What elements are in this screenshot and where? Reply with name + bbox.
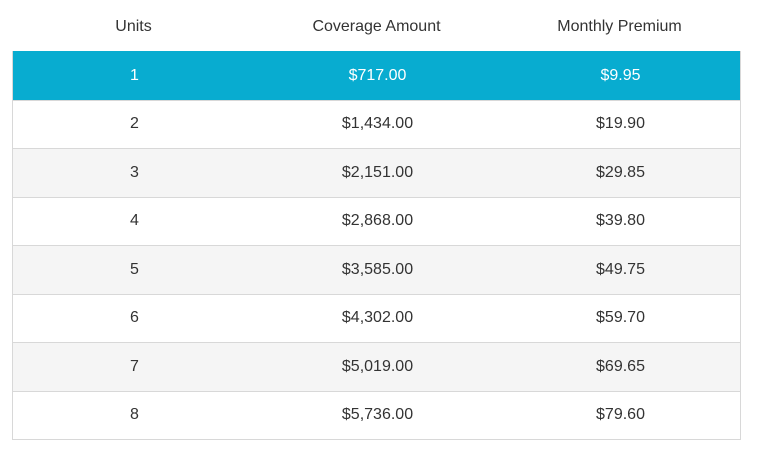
units-cell: 4 <box>130 212 139 230</box>
coverage-amount-cell: $1,434.00 <box>341 115 414 133</box>
monthly-premium-cell: $79.60 <box>596 406 645 424</box>
units-cell: 6 <box>130 309 139 327</box>
table-row[interactable]: 2 $1,434.00 $19.90 <box>13 99 740 149</box>
units-cell: 1 <box>130 66 139 84</box>
coverage-amount-cell: $2,151.00 <box>341 163 414 181</box>
table-row[interactable]: 8 $5,736.00 $79.60 <box>13 390 740 440</box>
table-row[interactable]: 7 $5,019.00 $69.65 <box>13 342 740 391</box>
coverage-table-container: Units Coverage Amount Monthly Premium 1 … <box>0 0 757 463</box>
monthly-premium-cell: $29.85 <box>596 163 645 181</box>
table-row[interactable]: 6 $4,302.00 $59.70 <box>13 293 740 343</box>
coverage-amount-cell: $5,019.00 <box>341 357 414 375</box>
table-row[interactable]: 5 $3,585.00 $49.75 <box>13 245 740 294</box>
table-row[interactable]: 4 $2,868.00 $39.80 <box>13 196 740 246</box>
coverage-amount-cell: $5,736.00 <box>341 406 414 424</box>
units-cell: 7 <box>130 357 139 375</box>
monthly-premium-cell: $19.90 <box>596 115 645 133</box>
units-column-header: Units <box>115 17 152 35</box>
coverage-amount-cell: $4,302.00 <box>341 309 414 327</box>
monthly-premium-cell: $39.80 <box>596 212 645 230</box>
table-row[interactable]: 3 $2,151.00 $29.85 <box>13 148 740 197</box>
table-row-selected[interactable]: 1 $717.00 $9.95 <box>13 51 740 100</box>
coverage-amount-cell: $717.00 <box>348 66 407 84</box>
coverage-amount-cell: $3,585.00 <box>341 260 414 278</box>
units-cell: 8 <box>130 406 139 424</box>
coverage-table: 1 $717.00 $9.95 2 $1,434.00 $19.90 3 $2,… <box>12 51 741 440</box>
monthly-premium-cell: $59.70 <box>596 309 645 327</box>
monthly-premium-cell: $69.65 <box>596 357 645 375</box>
table-header-row: Units Coverage Amount Monthly Premium <box>12 0 742 51</box>
coverage-amount-cell: $2,868.00 <box>341 212 414 230</box>
units-cell: 2 <box>130 115 139 133</box>
monthly-premium-cell: $9.95 <box>600 66 641 84</box>
monthly-premium-cell: $49.75 <box>596 260 645 278</box>
monthly-premium-column-header: Monthly Premium <box>557 17 682 35</box>
units-cell: 3 <box>130 163 139 181</box>
units-cell: 5 <box>130 260 139 278</box>
coverage-amount-column-header: Coverage Amount <box>312 17 441 35</box>
